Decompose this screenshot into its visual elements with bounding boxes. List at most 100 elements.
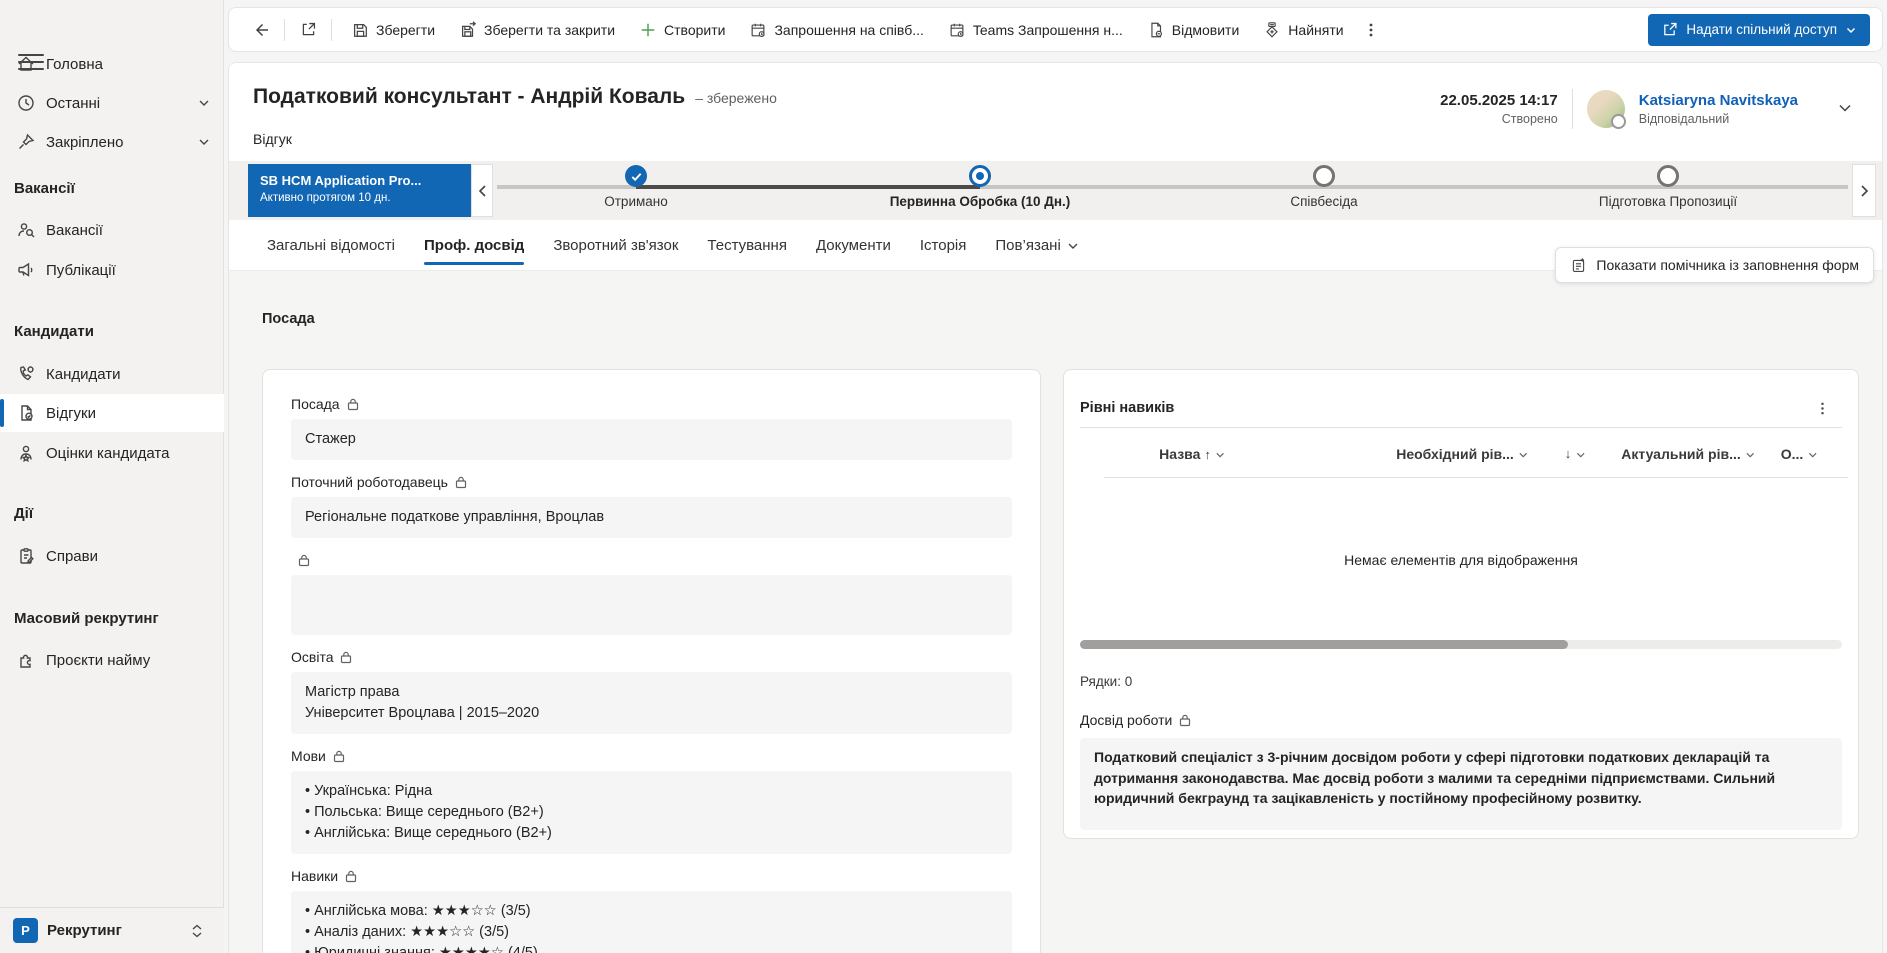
owner-name-link[interactable]: Katsiaryna Navitskaya: [1639, 92, 1798, 109]
sidebar-item-candidate-ratings[interactable]: Оцінки кандидата: [0, 434, 224, 472]
save-and-close-button[interactable]: Зберегти та закрити: [449, 13, 625, 47]
tab-history[interactable]: Історія: [920, 220, 967, 270]
field-languages: Мови • Українська: Рідна • Польська: Вищ…: [291, 746, 1012, 854]
interview-invite-button[interactable]: Запрошення на співб...: [739, 13, 933, 47]
back-button[interactable]: [245, 14, 277, 46]
sidebar-item-hiring-projects[interactable]: Проєкти найму: [0, 641, 224, 679]
popout-icon[interactable]: [292, 14, 324, 46]
command-bar: Зберегти Зберегти та закрити Створити За…: [228, 7, 1883, 52]
record-header: Податковий консультант - Андрій Коваль –…: [229, 63, 1882, 161]
sidebar-group-vacancies: Вакансії: [14, 180, 75, 197]
sidebar-item-pinned[interactable]: Закріплено: [0, 123, 224, 161]
column-header-o[interactable]: О...: [1781, 446, 1818, 462]
sidebar-item-vacancies[interactable]: Вакансії: [0, 211, 224, 249]
avatar[interactable]: [1587, 90, 1625, 128]
form-body: Посада Посада Стажер Поточний роботодаве…: [229, 271, 1882, 953]
tab-documents[interactable]: Документи: [816, 220, 891, 270]
clock-icon: [16, 93, 36, 113]
sidebar-item-label: Проєкти найму: [46, 652, 150, 669]
teams-invite-button[interactable]: Teams Запрошення н...: [938, 13, 1133, 47]
field-input[interactable]: [291, 575, 1012, 635]
scrollbar-thumb[interactable]: [1080, 640, 1568, 649]
field-work-experience: Досвід роботи: [1080, 712, 1191, 728]
created-value: 22.05.2025 14:17: [1440, 92, 1558, 109]
sidebar-group-candidates: Кандидати: [14, 323, 94, 340]
owner-role-label: Відповідальний: [1639, 112, 1798, 126]
pin-icon: [16, 132, 36, 152]
create-button[interactable]: Створити: [629, 13, 735, 47]
bpf-scroll-right-button[interactable]: [1852, 164, 1876, 217]
chevron-down-icon: [1745, 450, 1755, 460]
share-button[interactable]: Надати спільний доступ: [1648, 14, 1870, 46]
stage-completed-icon: [625, 165, 647, 187]
bpf-process-label[interactable]: SB HCM Application Pro... Активно протяг…: [248, 164, 471, 217]
grid-empty-state: Немає елементів для відображення: [1064, 552, 1858, 568]
sidebar-item-candidates[interactable]: Кандидати: [0, 355, 224, 393]
tab-related[interactable]: Пов’язані: [995, 220, 1078, 270]
bpf-stage-interview[interactable]: Співбесіда: [1152, 161, 1496, 220]
chevron-down-icon: [1067, 240, 1079, 252]
field-input[interactable]: Стажер: [291, 419, 1012, 460]
save-button[interactable]: Зберегти: [341, 13, 445, 47]
tab-testing[interactable]: Тестування: [707, 220, 787, 270]
field-input[interactable]: Магістр права Університет Вроцлава | 201…: [291, 672, 1012, 734]
divider: [1104, 477, 1848, 478]
tab-prof-experience[interactable]: Проф. досвід: [424, 220, 524, 270]
sidebar-item-label: Вакансії: [46, 222, 103, 239]
column-header-sort[interactable]: ↓: [1565, 446, 1586, 461]
bpf-stage-offer-preparation[interactable]: Підготовка Пропозиції: [1496, 161, 1840, 220]
sidebar-item-home[interactable]: Головна: [0, 45, 224, 83]
divider: [331, 19, 332, 41]
calendar-icon: [749, 21, 767, 39]
divider: [284, 19, 285, 41]
hire-button[interactable]: Найняти: [1253, 13, 1353, 47]
more-commands-button[interactable]: [1356, 14, 1386, 46]
work-experience-input[interactable]: Податковий спеціаліст з 3-річним досвідо…: [1080, 738, 1842, 830]
area-switcher[interactable]: P Рекрутинг: [0, 907, 224, 953]
main-area: Зберегти Зберегти та закрити Створити За…: [224, 0, 1887, 953]
sidebar-item-recent[interactable]: Останні: [0, 84, 224, 122]
chevron-down-icon[interactable]: [198, 97, 210, 109]
horizontal-scrollbar[interactable]: [1080, 640, 1842, 649]
section-title: Посада: [262, 311, 315, 327]
column-header-required-level[interactable]: Необхідний рів...: [1396, 446, 1528, 462]
grid-more-options-button[interactable]: [1812, 398, 1832, 418]
reject-document-icon: [1147, 21, 1165, 39]
plus-icon: [639, 21, 657, 39]
person-search-icon: [16, 220, 36, 240]
bpf-stage-initial-processing[interactable]: Первинна Обробка (10 Дн.): [808, 161, 1152, 220]
chevron-down-icon: [1845, 24, 1857, 36]
header-collapse-chevron-icon[interactable]: [1836, 99, 1854, 117]
form-fill-assistant-button[interactable]: Показати помічника із заповнення форм: [1555, 247, 1874, 283]
bpf-stage-received[interactable]: Отримано: [464, 161, 808, 220]
sidebar-item-label: Кандидати: [46, 366, 121, 383]
chevron-down-icon: [1807, 450, 1817, 460]
lock-icon: [347, 398, 359, 411]
record-form: Податковий консультант - Андрій Коваль –…: [228, 62, 1883, 953]
field-input[interactable]: • Українська: Рідна • Польська: Вище сер…: [291, 771, 1012, 854]
field-unlabeled: [291, 550, 1012, 635]
chevron-down-icon[interactable]: [198, 136, 210, 148]
field-input[interactable]: • Англійська мова: ★★★☆☆ (3/5) • Аналіз …: [291, 891, 1012, 953]
sidebar-item-publications[interactable]: Публікації: [0, 251, 224, 289]
column-header-actual-level[interactable]: Актуальний рів...: [1621, 446, 1755, 462]
field-input[interactable]: Регіональне податкове управління, Вроцла…: [291, 497, 1012, 538]
megaphone-icon: [16, 260, 36, 280]
stage-upcoming-icon: [1657, 165, 1679, 187]
owner-field: Katsiaryna Navitskaya Відповідальний: [1639, 92, 1798, 126]
stage-upcoming-icon: [1313, 165, 1335, 187]
save-icon: [351, 21, 369, 39]
tab-general[interactable]: Загальні відомості: [267, 220, 395, 270]
sidebar-item-cases[interactable]: Справи: [0, 537, 224, 575]
field-label: Освіта: [291, 649, 333, 665]
phone-gear-icon: [16, 364, 36, 384]
reject-button[interactable]: Відмовити: [1137, 13, 1250, 47]
tab-feedback[interactable]: Зворотний зв'язок: [553, 220, 678, 270]
sidebar-item-applications[interactable]: Відгуки: [0, 394, 224, 432]
document-check-icon: [16, 403, 36, 423]
area-label: Рекрутинг: [47, 922, 122, 939]
column-header-name[interactable]: Назва ↑: [1159, 446, 1225, 462]
created-label: Створено: [1440, 112, 1558, 126]
created-field: 22.05.2025 14:17 Створено: [1440, 92, 1558, 126]
form-assistant-icon: [1570, 257, 1587, 274]
